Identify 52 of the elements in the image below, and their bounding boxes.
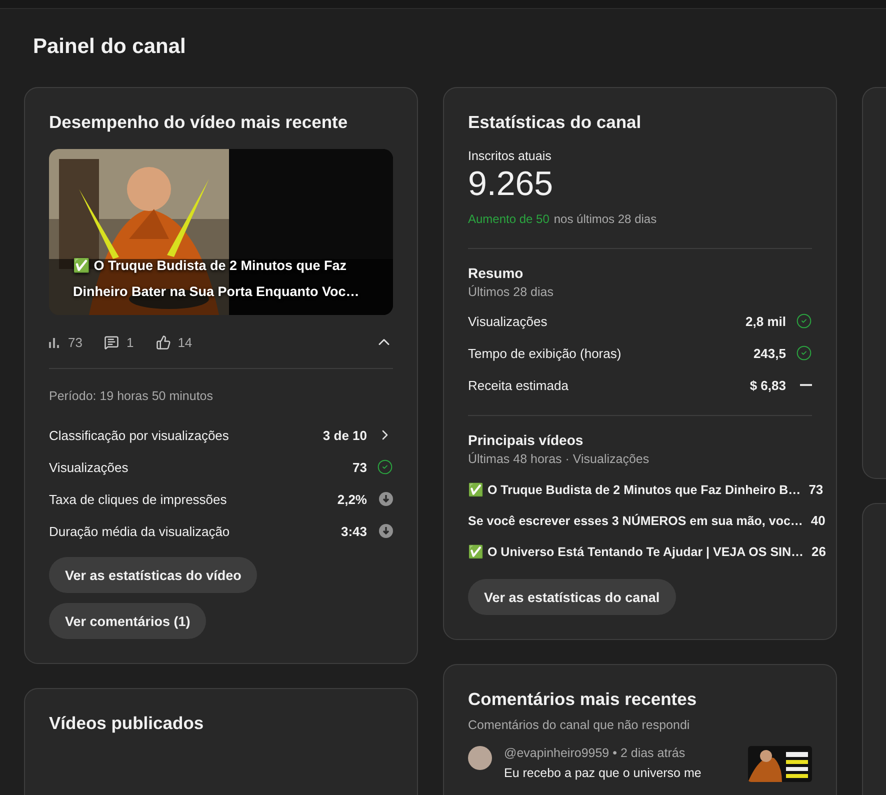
channel-stats-button[interactable]: Ver as estatísticas do canal (468, 579, 676, 615)
subscribers-label: Inscritos atuais (468, 149, 552, 163)
check-circle-icon (796, 345, 812, 361)
card-title: Estatísticas do canal (468, 112, 642, 133)
video-title[interactable]: ✅ O Universo Está Tentando Te Ajudar | VEJA OS SIN… (468, 544, 804, 559)
period-text: Período: 19 horas 50 minutos (49, 389, 214, 403)
video-title[interactable]: ✅ O Truque Budista de 2 Minutos que Faz Dinheiro Bater na Sua Porta Enquanto Voc… (73, 253, 373, 305)
change-period: nos últimos 28 dias (554, 212, 657, 226)
card-title: Comentários mais recentes (468, 689, 698, 710)
comment-icon (104, 334, 120, 350)
dash-icon (800, 384, 812, 386)
comment-text: Eu recebo a paz que o universo me (504, 766, 702, 780)
change-text: Aumento de 50 (468, 212, 550, 226)
view-count: 40 (810, 513, 826, 528)
comment-author: @evapinheiro9959 • 2 dias atrás (504, 746, 686, 760)
view-count: 26 (812, 544, 826, 559)
bar-chart-icon (49, 336, 61, 348)
metric-label: Duração média da visualização (49, 524, 231, 538)
stat-count: 14 (178, 334, 192, 350)
metric-label: Tempo de exibição (horas) (468, 346, 622, 360)
metric-value: 3 de 10 (322, 428, 367, 442)
section-subtitle: Últimas 48 horas · Visualizações (468, 452, 650, 466)
action-button[interactable]: Ver comentários (1) (49, 603, 206, 639)
stat-count: 1 (126, 334, 134, 350)
section-subtitle: Últimos 28 dias (468, 285, 554, 299)
metric-value: 2,8 mil (746, 314, 786, 328)
metric-label: Receita estimada (468, 378, 570, 392)
view-count: 73 (808, 482, 824, 497)
subscriber-count: 9.265 (468, 165, 554, 204)
card-title: Vídeos publicados (49, 713, 205, 734)
metric-value: 3:43 (340, 524, 367, 538)
metric-value: 2,2% (337, 492, 367, 506)
action-button[interactable]: Ver as estatísticas do vídeo (49, 557, 258, 593)
card-subtitle: Comentários do canal que não respondi (468, 718, 691, 732)
metric-label: Taxa de cliques de impressões (49, 492, 228, 506)
avatar (468, 746, 492, 770)
metric-label: Visualizações (49, 460, 130, 474)
video-title[interactable]: Se você escrever esses 3 NÚMEROS em sua mão, voc… (468, 514, 803, 528)
stat-count: 73 (68, 334, 82, 350)
check-circle-icon (377, 459, 393, 475)
metric-value: 243,5 (753, 346, 786, 360)
metric-label: Visualizações (468, 314, 548, 328)
video-title[interactable]: ✅ O Truque Budista de 2 Minutos que Faz Dinheiro B… (468, 482, 801, 497)
metric-value: $ 6,83 (750, 378, 786, 392)
section-title: Resumo (468, 265, 524, 281)
section-title: Principais vídeos (468, 432, 584, 448)
thumbs-up-icon (156, 334, 171, 350)
page-title: Painel do canal (33, 35, 187, 59)
metric-label: Classificação por visualizações (49, 428, 230, 442)
metric-value: 73 (352, 460, 367, 474)
check-circle-icon (796, 313, 812, 329)
card-title: Desempenho do vídeo mais recente (49, 112, 349, 133)
